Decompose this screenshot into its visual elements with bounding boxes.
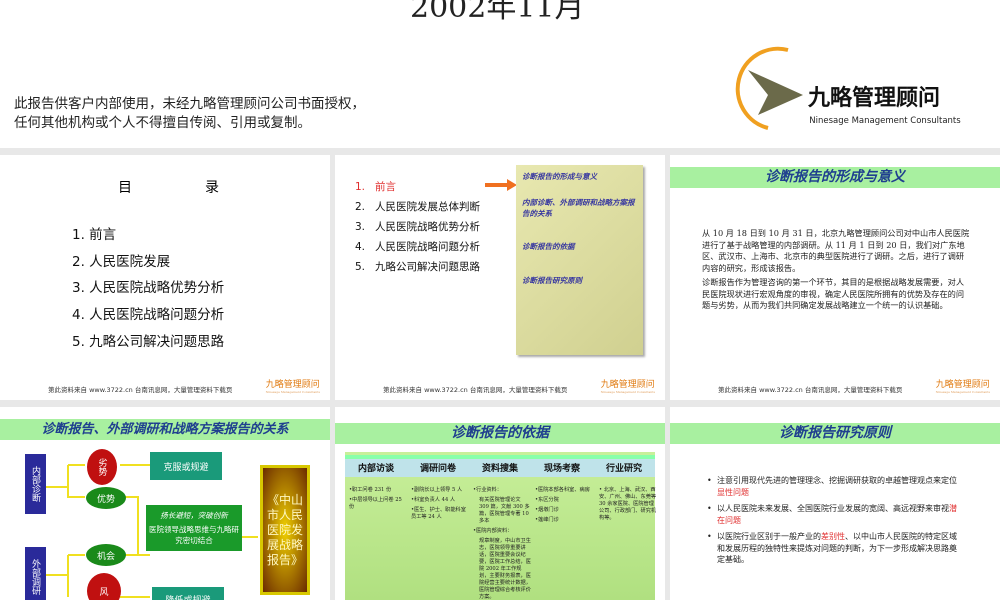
column-header: 行业研究 (593, 455, 655, 477)
cover-date: 2002年11月 (410, 0, 585, 25)
subtopic-item[interactable]: 诊断报告的依据 (522, 241, 637, 275)
column-text: •医院本部各科室、病房 •东区分院 •烟墩门诊 •莲峰门诊 (535, 487, 590, 523)
subtopic-item[interactable]: 内部诊断、外部调研和战略方案报告的关系 (522, 197, 637, 241)
company-logo: 九略管理顾问 Ninesage Management Consultants (728, 40, 978, 140)
column-header: 内部访谈 (345, 455, 407, 477)
internal-diagnosis-box: 内部诊断 (25, 454, 46, 514)
footer-logo: 九略管理顾问 Ninesage Management Consultants (265, 380, 320, 394)
relationship-slide: 诊断报告、外部调研和战略方案报告的关系 内部诊断 外部调研 劣势 优势 机会 风… (0, 407, 330, 600)
principle-item: 以医院行业区别于一般产业的差别性、以中山市人民医院的特定区域和发展历程的独特性来… (707, 531, 962, 566)
toc2-item[interactable]: 3. 人民医院战略优势分析 (355, 219, 480, 239)
cover-slide: 2002年11月 此报告供客户内部使用，未经九略管理顾问公司书面授权， 任何其他… (0, 0, 1000, 148)
footer-logo: 九略管理顾问 Ninesage Management Consultants (935, 380, 990, 394)
weakness-node: 劣势 (87, 449, 117, 485)
toc-detail-slide: 1. 前言 2. 人民医院发展总体判断 3. 人民医院战略优势分析 4. 人民医院战略问… (335, 155, 665, 400)
toc2-item[interactable]: 4. 人民医院战略问题分析 (355, 239, 480, 259)
basis-slide: 诊断报告的依据 内部访谈 调研问卷 资料搜集 现场考察 行业研究 •职工问卷 2… (335, 407, 665, 600)
strategy-box: 扬长避短，突破创新 医院领导战略思维与九略研究密切结合 (146, 505, 242, 551)
opportunity-node: 机会 (86, 544, 126, 566)
formation-slide: 诊断报告的形成与意义 从 10 月 18 日到 10 月 31 日，北京九略管理… (670, 155, 1000, 400)
paragraph: 从 10 月 18 日到 10 月 31 日，北京九略管理顾问公司对中山市人民医… (702, 228, 970, 273)
principle-item: 注意引用现代先进的管理理念、挖掘调研获取的卓越管理观点来定位显性问题 (707, 475, 962, 498)
principles-slide: 诊断报告研究原则 注意引用现代先进的管理理念、挖掘调研获取的卓越管理观点来定位显… (670, 407, 1000, 600)
subtopic-item[interactable]: 诊断报告的形成与意义 (522, 171, 637, 197)
toc-item[interactable]: 4. 人民医院战略问题分析 (72, 303, 224, 330)
subtopic-item[interactable]: 诊断报告研究原则 (522, 275, 637, 286)
toc-item[interactable]: 2. 人民医院发展 (72, 250, 224, 277)
column-header: 资料搜集 (469, 455, 531, 477)
column-header: 现场考察 (531, 455, 593, 477)
subtopic-box: 诊断报告的形成与意义 内部诊断、外部调研和战略方案报告的关系 诊断报告的依据 诊… (516, 165, 643, 355)
overcome-box: 克服或规避 (150, 452, 222, 480)
logo-en: Ninesage Management Consultants (809, 116, 961, 126)
toc-title-b: 录 (205, 180, 219, 196)
toc-item[interactable]: 5. 九略公司解决问题思路 (72, 330, 224, 357)
toc-item[interactable]: 1. 前言 (72, 223, 224, 250)
toc-title-a: 目 (118, 180, 132, 196)
toc-item[interactable]: 3. 人民医院战略优势分析 (72, 276, 224, 303)
cover-notice-1: 此报告供客户内部使用，未经九略管理顾问公司书面授权， (14, 96, 365, 112)
external-research-box: 外部调研 (25, 547, 46, 600)
slide-title: 诊断报告的依据 (335, 423, 665, 444)
footer-logo: 九略管理顾问 Ninesage Management Consultants (600, 380, 655, 394)
column-header: 调研问卷 (407, 455, 469, 477)
paragraph: 诊断报告作为管理咨询的第一个环节，其目的是根据战略发展需要，对人民医院现状进行宏… (702, 277, 965, 310)
footer-source: 第此资料来自 www.3722.cn 台南讯息网，大量管理资料下载页 (48, 386, 233, 394)
toc2-item[interactable]: 2. 人民医院发展总体判断 (355, 199, 480, 219)
column-text: •副院长以上领导 5 人 •科室负责人 44 人 •医生、护士、职能科室员工等 24… (411, 487, 466, 520)
arrow-right-icon (485, 179, 517, 191)
column-text: • 北京、上海、武汉、西安、广州、佛山、东莞等 30 余家医院、医院管理公司、行… (599, 487, 657, 521)
final-report-box: 《中山市人民医院发展战略报告》 (260, 465, 310, 595)
footer-source: 第此资料来自 www.3722.cn 台南讯息网，大量管理资料下载页 (718, 386, 903, 394)
toc2-item[interactable]: 1. 前言 (355, 179, 480, 199)
slide-title: 诊断报告的形成与意义 (670, 167, 1000, 188)
slide-title: 诊断报告研究原则 (670, 423, 1000, 444)
column-text: •行业资料： 有关医院管理论文 309 篇，文献 300 多篇，医院管理专著 10… (473, 487, 531, 600)
reduce-box: 降低或规避 (152, 587, 224, 600)
strength-node: 优势 (86, 487, 126, 509)
principle-item: 以人民医院未来发展、全国医院行业发展的宽阔、高远视野来审视潜在问题 (707, 503, 962, 526)
cover-notice-2: 任何其他机构或个人不得擅自传阅、引用或复制。 (14, 115, 311, 131)
toc2-item[interactable]: 5. 九略公司解决问题思路 (355, 259, 480, 279)
toc-slide: 目 录 1. 前言 2. 人民医院发展 3. 人民医院战略优势分析 4. 人民医… (0, 155, 330, 400)
column-text: •职工问卷 231 份 •中层领导以上问卷 25 份 (349, 487, 402, 510)
logo-cn: 九略管理顾问 (808, 85, 941, 111)
footer-source: 第此资料来自 www.3722.cn 台南讯息网，大量管理资料下载页 (383, 386, 568, 394)
